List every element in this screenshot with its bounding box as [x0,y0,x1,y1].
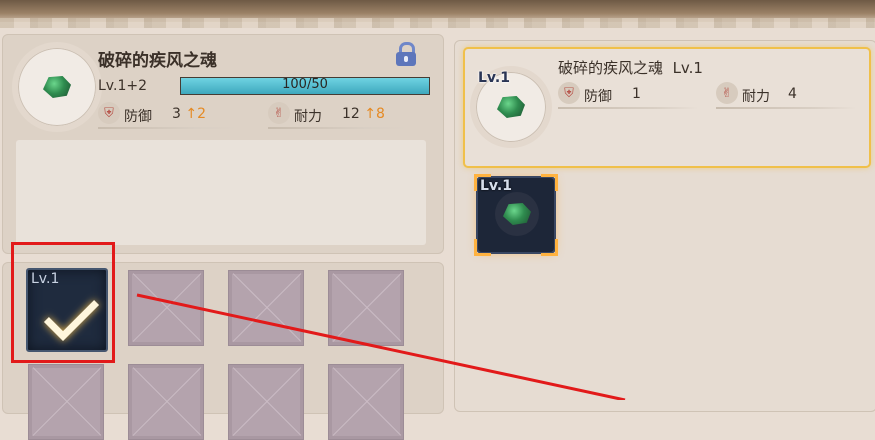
green-gem-icon [43,76,71,98]
stat-upgrade: ↑2 [185,106,207,122]
top-decorative-band [0,0,875,28]
inventory-slot-empty[interactable] [228,364,304,440]
green-gem-icon [503,203,531,225]
item-description-box [16,140,426,245]
stat-stamina: ✌ 耐力 12 ↑8 [268,102,408,129]
compare-level: Lv.1 [672,59,703,77]
gauntlet-icon: ✌ [716,82,738,104]
item-name: 破碎的疾风之魂 [98,51,217,71]
compare-stat-stamina: ✌ 耐力 4 [716,82,856,109]
stat-upgrade: ↑8 [364,106,385,122]
stat-label: 耐力 [294,109,322,125]
stat-value: 12 ↑8 [342,106,385,122]
inventory-slot-empty[interactable] [28,364,104,440]
shield-icon: ⛨ [98,102,120,124]
green-gem-icon [497,96,525,118]
stat-defense: ⛨ 防御 3 ↑2 [98,102,238,129]
stat-label: 耐力 [742,89,770,105]
exp-bar-text: 100/50 [282,77,328,92]
gauntlet-icon: ✌ [268,102,290,124]
inventory-slot-empty[interactable] [228,270,304,346]
stat-value: 4 [788,86,797,102]
item-level: Lv.1+2 [98,78,147,94]
target-slot[interactable]: Lv.1 [474,174,558,256]
compare-name: 破碎的疾风之魂 [558,59,664,77]
compare-stat-defense: ⛨ 防御 1 [558,82,698,109]
stat-value: 1 [632,86,641,102]
stat-value: 3 ↑2 [172,106,207,122]
inventory-slot-empty[interactable] [128,270,204,346]
item-portrait [12,42,102,132]
shield-icon: ⛨ [558,82,580,104]
compare-title: 破碎的疾风之魂 Lv.1 [558,57,703,78]
stat-label: 防御 [124,109,152,125]
inventory-slot-empty[interactable] [328,364,404,440]
exp-bar: 100/50 [180,77,430,95]
lock-icon[interactable] [395,42,417,66]
inventory-slot-empty[interactable] [128,364,204,440]
compare-level-badge: Lv.1 [478,70,510,86]
stat-label: 防御 [584,89,612,105]
annotation-highlight-box [11,242,115,363]
target-slot-circle [495,192,539,236]
inventory-slot-empty[interactable] [328,270,404,346]
